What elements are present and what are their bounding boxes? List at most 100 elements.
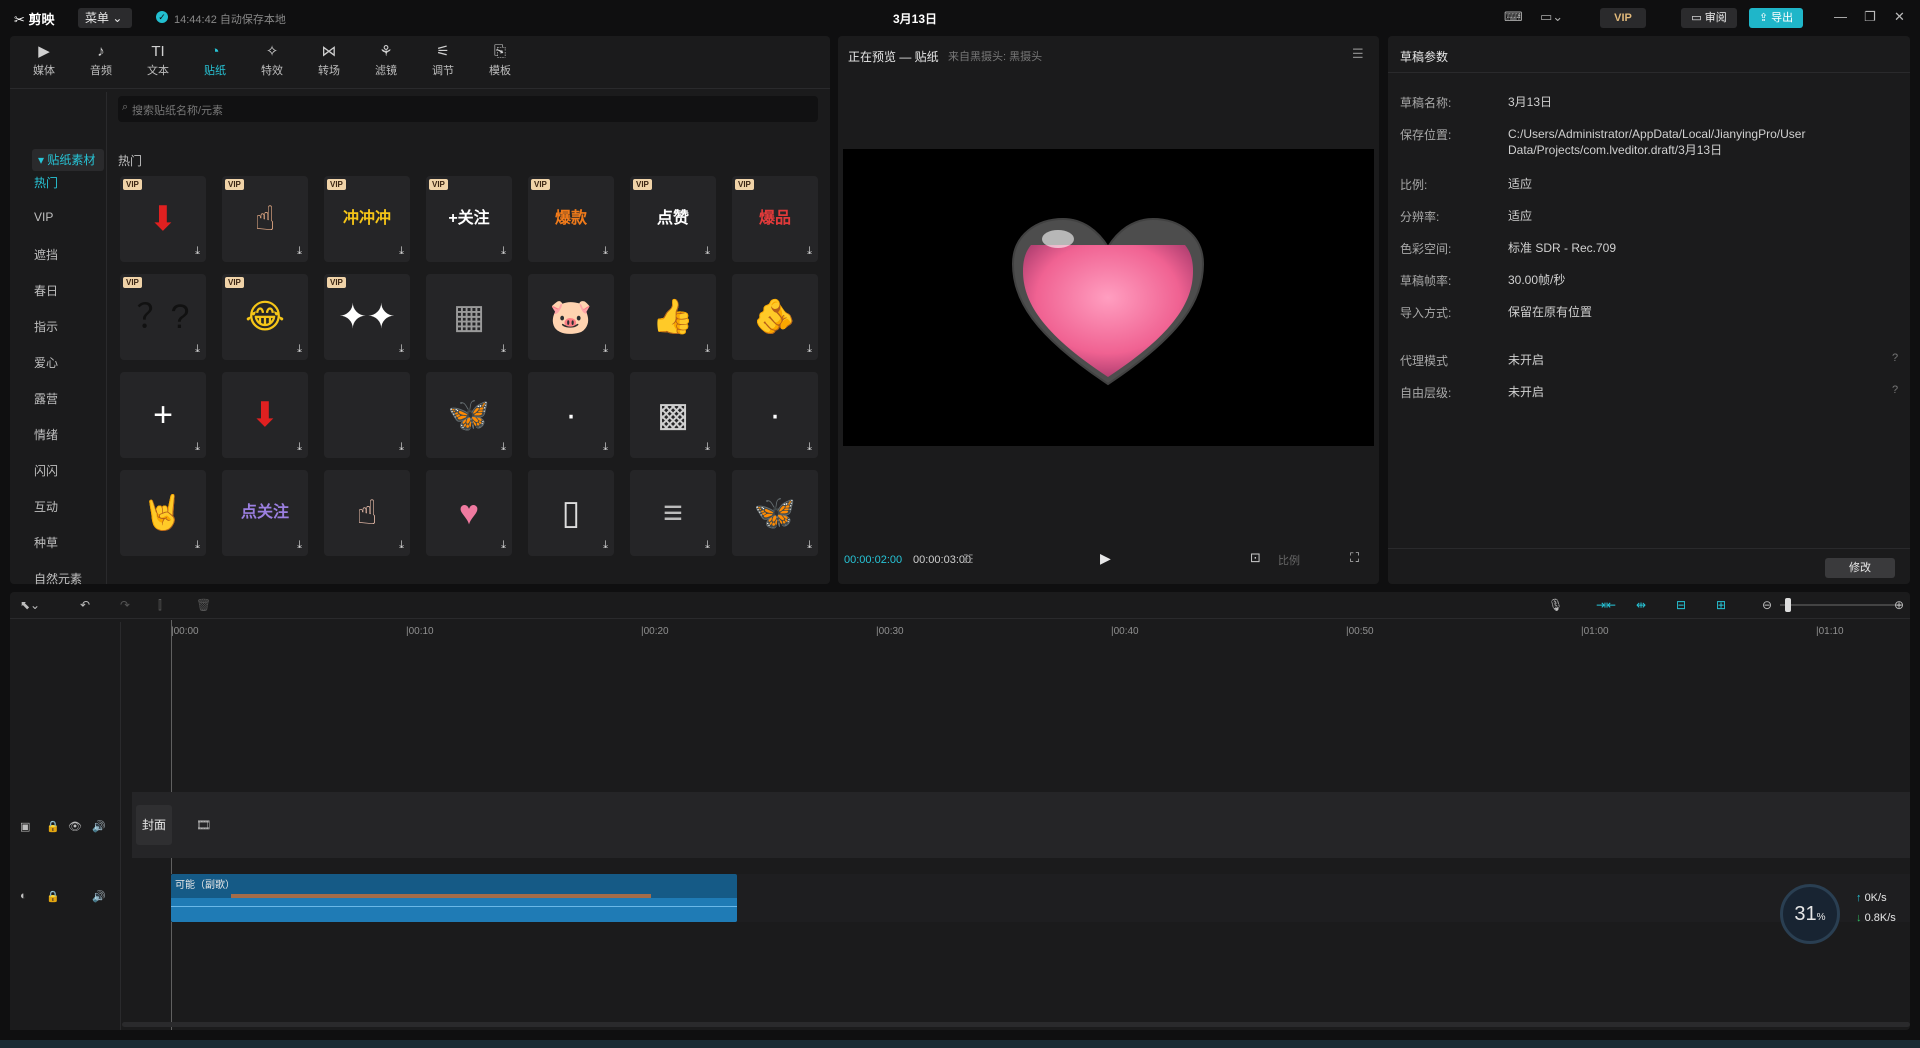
download-icon[interactable]: ⤓ xyxy=(705,539,710,552)
keyboard-icon[interactable]: ⌨ xyxy=(1504,9,1523,25)
category-item[interactable]: 露营 xyxy=(34,390,104,407)
preview-axis-icon[interactable]: ⊟ xyxy=(1676,598,1686,612)
help-icon[interactable]: ? xyxy=(1892,384,1898,396)
sticker-tile[interactable]: ✦✦ VIP ⤓ xyxy=(324,274,410,360)
horizontal-scrollbar[interactable] xyxy=(122,1022,1910,1027)
category-item[interactable]: 种草 xyxy=(34,534,104,551)
auto-align-icon[interactable]: ⊞ xyxy=(1716,598,1726,612)
restore-icon[interactable]: ❐ xyxy=(1864,9,1876,25)
category-item[interactable]: 闪闪 xyxy=(34,462,104,479)
modify-button[interactable]: 修改 xyxy=(1825,558,1895,578)
download-icon[interactable]: ⤓ xyxy=(807,245,812,258)
microphone-icon[interactable]: 🎙 xyxy=(1548,598,1563,612)
sticker-tile[interactable]: ▦ ⤓ xyxy=(426,274,512,360)
download-icon[interactable]: ⤓ xyxy=(297,539,302,552)
category-item[interactable]: 春日 xyxy=(34,282,104,299)
category-item[interactable]: 爱心 xyxy=(34,354,104,371)
menu-icon[interactable]: ☰ xyxy=(1352,46,1364,62)
tab-3[interactable]: ◔ 贴纸 xyxy=(189,42,241,84)
download-icon[interactable]: ⤓ xyxy=(603,245,608,258)
sticker-tile[interactable]: ☝ ⤓ xyxy=(324,470,410,556)
download-icon[interactable]: ⤓ xyxy=(603,441,608,454)
category-item[interactable]: 指示 xyxy=(34,318,104,335)
download-icon[interactable]: ⤓ xyxy=(807,343,812,356)
select-tool-icon[interactable]: ⬉⌄ xyxy=(20,598,40,612)
delete-icon[interactable]: 🗑 xyxy=(196,598,211,612)
download-icon[interactable]: ⤓ xyxy=(705,441,710,454)
sticker-tile[interactable]: ⬇ ⤓ xyxy=(222,372,308,458)
play-button[interactable]: ▶ xyxy=(1100,550,1111,567)
sticker-tile[interactable]: ☝ VIP ⤓ xyxy=(222,176,308,262)
sticker-tile[interactable]: 🤘 ⤓ xyxy=(120,470,206,556)
sticker-tile[interactable]: 🐷 ⤓ xyxy=(528,274,614,360)
download-icon[interactable]: ⤓ xyxy=(501,245,506,258)
download-icon[interactable]: ⤓ xyxy=(501,539,506,552)
sticker-tile[interactable]: 点赞 VIP ⤓ xyxy=(630,176,716,262)
download-icon[interactable]: ⤓ xyxy=(807,441,812,454)
download-icon[interactable]: ⤓ xyxy=(297,343,302,356)
zoom-slider-handle[interactable] xyxy=(1785,598,1791,612)
sticker-tile[interactable]: + ⤓ xyxy=(120,372,206,458)
minimize-icon[interactable]: — xyxy=(1834,9,1847,24)
fullscreen-icon[interactable]: ⛶ xyxy=(1350,550,1359,566)
sticker-tile[interactable]: 🫵 ⤓ xyxy=(732,274,818,360)
vip-badge[interactable]: VIP xyxy=(1600,8,1646,28)
sticker-tile[interactable]: ⬇ VIP ⤓ xyxy=(120,176,206,262)
review-button[interactable]: ▭ 审阅 xyxy=(1681,8,1737,28)
tab-5[interactable]: ⋈ 转场 xyxy=(303,42,355,84)
menu-button[interactable]: 菜单 ⌄ xyxy=(78,8,132,28)
waveform-toggle-icon[interactable]: ☷ xyxy=(963,552,974,566)
sticker-tile[interactable]: ♥ ⤓ xyxy=(426,470,512,556)
screenshot-icon[interactable]: ⊡ xyxy=(1250,550,1261,566)
download-icon[interactable]: ⤓ xyxy=(399,343,404,356)
audio-clip[interactable]: 可能（副歌） xyxy=(171,874,737,922)
download-icon[interactable]: ⤓ xyxy=(603,539,608,552)
split-icon[interactable]: ⫿ xyxy=(158,598,162,613)
snap-main-icon[interactable]: ⇥⇤ xyxy=(1596,598,1616,612)
download-icon[interactable]: ⤓ xyxy=(399,245,404,258)
redo-icon[interactable]: ↷ xyxy=(120,598,130,612)
sticker-tile[interactable]: ▯ ⤓ xyxy=(528,470,614,556)
download-icon[interactable]: ⤓ xyxy=(399,539,404,552)
download-icon[interactable]: ⤓ xyxy=(297,441,302,454)
download-icon[interactable]: ⤓ xyxy=(705,343,710,356)
layout-icon[interactable]: ▭⌄ xyxy=(1540,9,1563,25)
zoom-slider[interactable] xyxy=(1780,604,1902,606)
category-item[interactable]: 热门 xyxy=(34,174,104,191)
sticker-tile[interactable]: 点关注 ⤓ xyxy=(222,470,308,556)
undo-icon[interactable]: ↶ xyxy=(80,598,90,612)
download-icon[interactable]: ⤓ xyxy=(399,441,404,454)
sticker-tile[interactable]: · ⤓ xyxy=(528,372,614,458)
download-icon[interactable]: ⤓ xyxy=(501,343,506,356)
sticker-tile[interactable]: · ⤓ xyxy=(732,372,818,458)
film-icon[interactable]: 🎞 xyxy=(196,818,211,832)
category-item[interactable]: 遮挡 xyxy=(34,246,104,263)
help-icon[interactable]: ? xyxy=(1892,352,1898,364)
sticker-tile[interactable]: ？? VIP ⤓ xyxy=(120,274,206,360)
sticker-tile[interactable]: 🦋 ⤓ xyxy=(732,470,818,556)
download-icon[interactable]: ⤓ xyxy=(195,441,200,454)
download-icon[interactable]: ⤓ xyxy=(195,245,200,258)
category-item[interactable]: 互动 xyxy=(34,498,104,515)
sticker-tile[interactable]: ▩ ⤓ xyxy=(630,372,716,458)
tab-7[interactable]: ⚟ 调节 xyxy=(417,42,469,84)
sticker-tile[interactable]: 😂 VIP ⤓ xyxy=(222,274,308,360)
lock-icon[interactable]: 🔒 xyxy=(46,820,60,833)
download-icon[interactable]: ⤓ xyxy=(807,539,812,552)
close-icon[interactable]: ✕ xyxy=(1894,9,1905,25)
search-input[interactable]: ⌕ 搜索贴纸名称/元素 xyxy=(118,96,818,122)
download-icon[interactable]: ⤓ xyxy=(195,539,200,552)
category-item[interactable]: 情绪 xyxy=(34,426,104,443)
zoom-out-icon[interactable]: ⊖ xyxy=(1762,598,1772,612)
download-icon[interactable]: ⤓ xyxy=(603,343,608,356)
tab-0[interactable]: ▶ 媒体 xyxy=(18,42,70,84)
preview-canvas[interactable] xyxy=(843,149,1374,446)
sticker-tile[interactable]: 👍 ⤓ xyxy=(630,274,716,360)
sticker-tile[interactable]: +关注 VIP ⤓ xyxy=(426,176,512,262)
speaker-icon[interactable]: 🔊 xyxy=(92,820,106,833)
sticker-tile[interactable]: 爆品 VIP ⤓ xyxy=(732,176,818,262)
category-item[interactable]: 自然元素 xyxy=(34,570,104,587)
cover-button[interactable]: 封面 xyxy=(136,805,172,845)
speaker-icon[interactable]: 🔊 xyxy=(92,890,106,903)
zoom-in-icon[interactable]: ⊕ xyxy=(1894,598,1904,612)
